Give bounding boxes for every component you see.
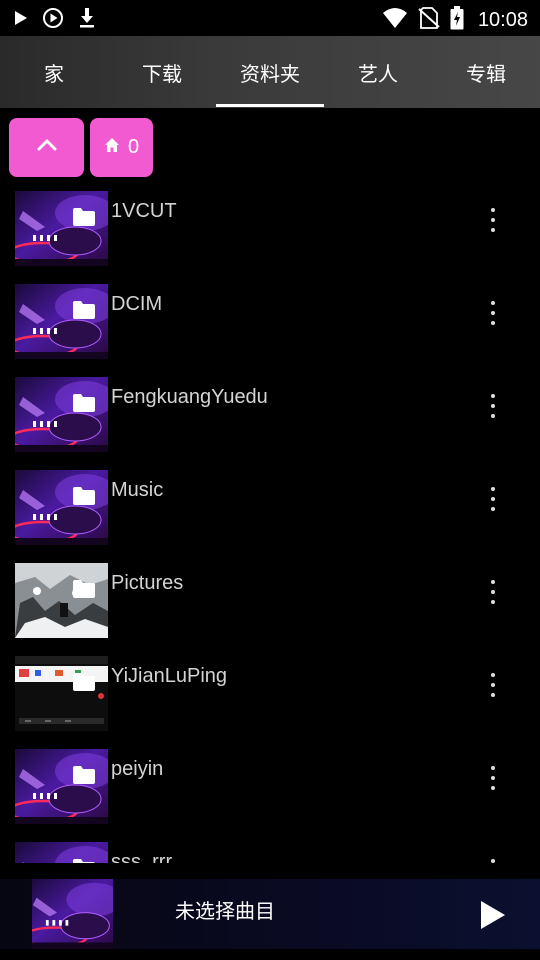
tab-downloads[interactable]: 下载	[108, 36, 216, 108]
folder-row[interactable]: DCIM	[0, 273, 540, 366]
selected-tab-indicator	[216, 104, 324, 107]
circle-play-icon	[42, 7, 64, 34]
folder-icon	[72, 672, 96, 692]
folder-name: peiyin	[111, 758, 164, 780]
home-crumb-button[interactable]: 0	[90, 118, 153, 177]
folder-icon	[72, 393, 96, 413]
folder-thumbnail	[15, 563, 108, 638]
more-options-icon[interactable]	[483, 301, 503, 325]
folder-thumbnail	[15, 377, 108, 452]
folder-row[interactable]: sss_rrr	[0, 831, 540, 863]
play-icon	[481, 901, 505, 929]
no-sim-icon	[418, 7, 440, 34]
battery-icon	[450, 6, 464, 35]
folder-name: 1VCUT	[111, 200, 177, 222]
play-icon	[14, 10, 28, 31]
album-art	[32, 879, 113, 949]
folder-thumbnail	[15, 749, 108, 824]
home-crumb-count: 0	[127, 136, 140, 158]
folder-name: Pictures	[111, 572, 184, 594]
folder-row[interactable]: Music	[0, 459, 540, 552]
more-options-icon[interactable]	[483, 766, 503, 790]
folder-thumbnail	[15, 842, 108, 863]
folder-name: Music	[111, 479, 164, 501]
more-options-icon[interactable]	[483, 208, 503, 232]
folder-list[interactable]: 1VCUT DCIM FengkuangYuedu Music Pictures	[0, 180, 540, 863]
folder-icon	[72, 300, 96, 320]
status-bar: 10:08	[0, 0, 540, 36]
folder-thumbnail	[15, 191, 108, 266]
download-icon	[78, 7, 96, 34]
folder-row[interactable]: FengkuangYuedu	[0, 366, 540, 459]
breadcrumb: 0	[9, 118, 153, 177]
folder-name: DCIM	[111, 293, 163, 315]
folder-row[interactable]: YiJianLuPing	[0, 645, 540, 738]
tab-bar: 家 下载 资料夹 艺人 专辑	[0, 36, 540, 108]
tab-folders[interactable]: 资料夹	[216, 36, 324, 108]
folder-row[interactable]: 1VCUT	[0, 180, 540, 273]
more-options-icon[interactable]	[483, 673, 503, 697]
folder-row[interactable]: peiyin	[0, 738, 540, 831]
folder-icon	[72, 486, 96, 506]
home-icon	[104, 136, 120, 159]
tab-home[interactable]: 家	[0, 36, 108, 108]
folder-icon	[72, 579, 96, 599]
tab-albums[interactable]: 专辑	[432, 36, 540, 108]
folder-thumbnail	[15, 470, 108, 545]
up-directory-button[interactable]	[9, 118, 84, 177]
now-playing-title: 未选择曲目	[175, 901, 275, 923]
folder-name: sss_rrr	[111, 851, 173, 863]
tab-artists[interactable]: 艺人	[324, 36, 432, 108]
more-options-icon[interactable]	[483, 487, 503, 511]
folder-name: YiJianLuPing	[111, 665, 228, 687]
play-button[interactable]	[478, 899, 508, 931]
wifi-icon	[382, 7, 408, 34]
clock: 10:08	[477, 9, 528, 31]
folder-thumbnail	[15, 656, 108, 731]
folder-icon	[72, 858, 96, 863]
chevron-up-icon	[37, 138, 57, 157]
folder-icon	[72, 207, 96, 227]
bottom-strip	[0, 949, 540, 960]
folder-thumbnail	[15, 284, 108, 359]
folder-name: FengkuangYuedu	[111, 386, 268, 408]
folder-icon	[72, 765, 96, 785]
folder-row[interactable]: Pictures	[0, 552, 540, 645]
more-options-icon[interactable]	[483, 580, 503, 604]
more-options-icon[interactable]	[483, 394, 503, 418]
more-options-icon[interactable]	[483, 859, 503, 863]
mini-player[interactable]: 未选择曲目	[0, 879, 540, 949]
